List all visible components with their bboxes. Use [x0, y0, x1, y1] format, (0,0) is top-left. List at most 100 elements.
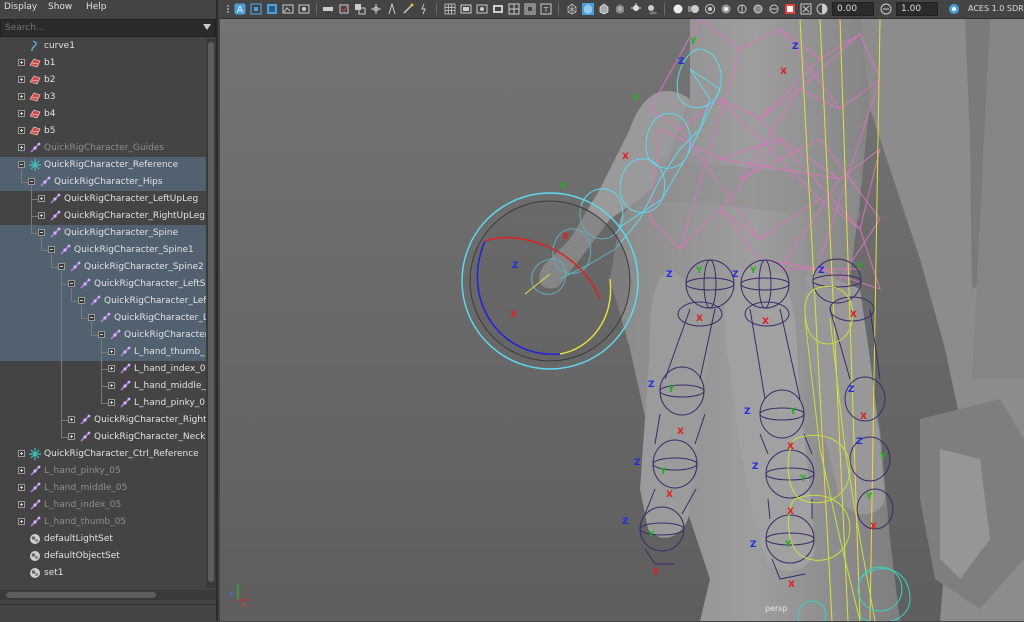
field-chart-icon[interactable] [508, 3, 520, 15]
outliner-row[interactable]: b2 [0, 72, 206, 89]
use-all-lights-icon[interactable] [630, 3, 642, 15]
screen-space-ao-icon[interactable] [672, 3, 684, 15]
outliner-row[interactable]: L_hand_middle_05 [0, 480, 206, 497]
outliner-row[interactable]: set1 [0, 565, 206, 582]
color-management-icon[interactable] [948, 3, 960, 15]
expand-icon[interactable] [18, 501, 25, 508]
expand-icon[interactable] [18, 110, 25, 117]
outliner-row[interactable]: L_hand_pinky_05 [0, 463, 206, 480]
outliner-row[interactable]: QuickRigCharacter_Left [0, 293, 206, 310]
outliner-row[interactable]: QuickRigCharacter_Spine2 [0, 259, 206, 276]
expand-icon[interactable] [18, 144, 25, 151]
xray-joints-icon[interactable] [768, 3, 780, 15]
shadows-icon[interactable] [646, 3, 658, 15]
expand-icon[interactable] [18, 76, 25, 83]
search-options-dropdown-icon[interactable] [203, 24, 211, 30]
motion-blur-icon[interactable] [688, 3, 700, 15]
collapse-icon[interactable] [28, 178, 35, 185]
outliner-row[interactable]: curve1 [0, 38, 206, 55]
twod-pan-zoom-icon[interactable] [298, 3, 310, 15]
outliner-row[interactable]: b4 [0, 106, 206, 123]
expand-icon[interactable] [18, 518, 25, 525]
outliner-row[interactable]: b3 [0, 89, 206, 106]
film-gate-icon[interactable] [460, 3, 472, 15]
outliner-row[interactable]: L_hand_index_05 [0, 497, 206, 514]
camera-attributes-icon[interactable] [250, 3, 262, 15]
safe-action-icon[interactable] [524, 3, 536, 15]
collapse-icon[interactable] [18, 161, 25, 168]
resolution-gate-icon[interactable] [476, 3, 488, 15]
anti-aliasing-icon[interactable] [704, 3, 716, 15]
horizontal-scrollbar[interactable] [0, 590, 216, 600]
hud-icon[interactable] [800, 3, 812, 15]
expand-icon[interactable] [18, 59, 25, 66]
expand-icon[interactable] [108, 365, 115, 372]
vertical-scrollbar-thumb[interactable] [208, 42, 214, 582]
collapse-icon[interactable] [58, 263, 65, 270]
collapse-icon[interactable] [48, 246, 55, 253]
show-icon[interactable] [338, 3, 350, 15]
collapse-icon[interactable] [68, 280, 75, 287]
outliner-row[interactable]: b5 [0, 123, 206, 140]
depth-of-field-icon[interactable] [720, 3, 732, 15]
menu-show[interactable]: Show [48, 2, 72, 12]
grid-icon[interactable] [444, 3, 456, 15]
backface-culling-icon[interactable] [784, 3, 796, 15]
outliner-row[interactable]: QuickRigCharacter_Spine1 [0, 242, 206, 259]
expand-icon[interactable] [18, 93, 25, 100]
expand-icon[interactable] [18, 467, 25, 474]
outliner-row[interactable]: L_hand_thumb_05 [0, 514, 206, 531]
outliner-row[interactable]: QuickRigCharacter_LeftSh [0, 276, 206, 293]
search-input[interactable] [1, 20, 200, 36]
menu-help[interactable]: Help [86, 2, 107, 12]
select-camera-icon[interactable]: A [234, 3, 246, 15]
horizontal-scrollbar-thumb[interactable] [6, 592, 156, 598]
collapse-icon[interactable] [38, 229, 45, 236]
color-space-label[interactable]: ACES 1.0 SDR [968, 4, 1024, 13]
exposure-icon[interactable] [816, 3, 828, 15]
collapse-icon[interactable] [88, 314, 95, 321]
grease-pencil-icon[interactable] [322, 3, 334, 15]
collapse-icon[interactable] [98, 331, 105, 338]
gamma-field[interactable]: 1.00 [896, 2, 938, 16]
isolate-view-icon[interactable] [736, 3, 748, 15]
expand-icon[interactable] [108, 348, 115, 355]
move-pivot-icon[interactable] [370, 3, 382, 15]
gamma-icon[interactable] [880, 3, 892, 15]
outliner-row[interactable]: QuickRigCharacter_Guides [0, 140, 206, 157]
collapse-icon[interactable] [78, 297, 85, 304]
outliner-row[interactable]: QuickRigCharacter [0, 327, 206, 344]
expand-icon[interactable] [38, 195, 45, 202]
perspective-viewport[interactable]: X Z Z Y Y X Y X Z X Z Y X Y Z X Z Y X Z … [220, 19, 1024, 621]
expand-icon[interactable] [108, 399, 115, 406]
wireframe-on-shaded-icon[interactable] [598, 3, 610, 15]
outliner-row[interactable]: QuickRigCharacter_Right [0, 412, 206, 429]
outliner-row[interactable]: L_hand_middle_ [0, 378, 206, 395]
expand-icon[interactable] [18, 484, 25, 491]
outliner-row[interactable]: L_hand_pinky_0 [0, 395, 206, 412]
expand-icon[interactable] [68, 433, 75, 440]
expand-icon[interactable] [18, 127, 25, 134]
snap-icon[interactable] [402, 3, 414, 15]
wireframe-icon[interactable] [566, 3, 578, 15]
outliner-row[interactable]: b1 [0, 55, 206, 72]
outliner-row[interactable]: QuickRigCharacter_Reference [0, 157, 206, 174]
exposure-field[interactable]: 0.00 [832, 2, 874, 16]
expand-icon[interactable] [68, 416, 75, 423]
isolate-select-icon[interactable] [354, 3, 366, 15]
outliner-row[interactable]: QuickRigCharacter_Ctrl_Reference [0, 446, 206, 463]
expand-icon[interactable] [18, 450, 25, 457]
textured-icon[interactable] [614, 3, 626, 15]
viewport-scene[interactable]: X Z Z Y Y X Y X Z X Z Y X Y Z X Z Y X Z … [220, 19, 1024, 621]
camera-lock-icon[interactable] [386, 3, 398, 15]
outliner-row[interactable]: L_hand_thumb_ [0, 344, 206, 361]
light-icon[interactable] [418, 3, 430, 15]
expand-icon[interactable] [108, 382, 115, 389]
gate-mask-icon[interactable] [492, 3, 504, 15]
xray-icon[interactable] [752, 3, 764, 15]
outliner-row[interactable]: QuickRigCharacter_Neck [0, 429, 206, 446]
outliner-row[interactable]: defaultObjectSet [0, 548, 206, 565]
bookmarks-icon[interactable] [266, 3, 278, 15]
safe-title-icon[interactable]: T [540, 3, 552, 15]
outliner-row[interactable]: defaultLightSet [0, 531, 206, 548]
